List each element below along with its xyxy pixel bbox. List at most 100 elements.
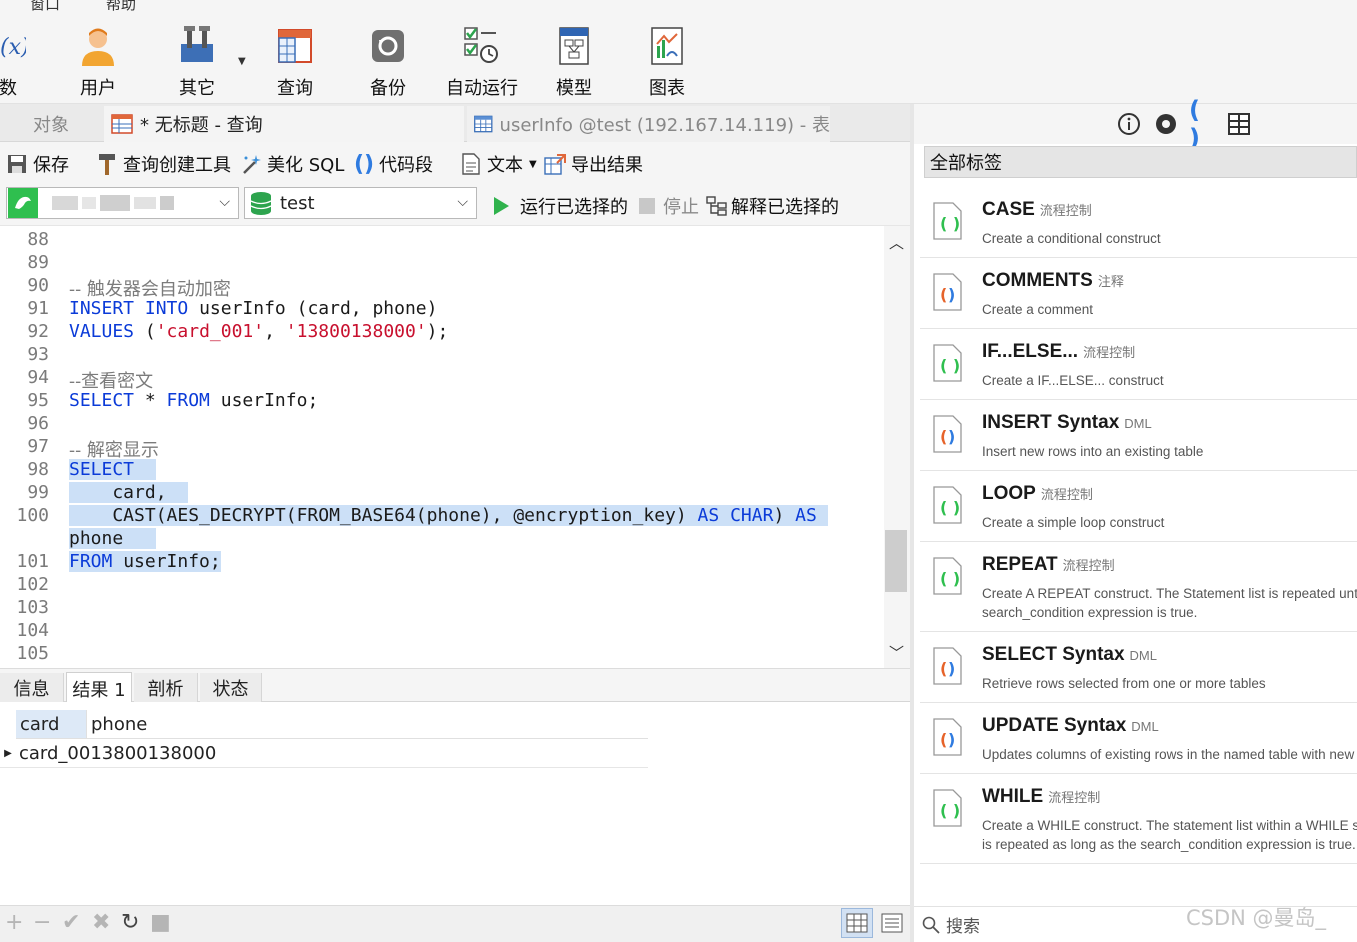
snippet-if-else[interactable]: ( ) IF...ELSE... 流程控制 Create a IF...ELSE.…: [920, 329, 1357, 400]
snippet-loop[interactable]: ( ) LOOP 流程控制 Create a simple loop constr…: [920, 471, 1357, 542]
scroll-up-arrow-icon[interactable]: ︿: [889, 232, 904, 253]
form-view-button[interactable]: [876, 908, 908, 938]
backup-button[interactable]: 备份: [363, 12, 413, 104]
chevron-down-icon: ⌵: [457, 194, 468, 210]
grid-view-button[interactable]: [841, 908, 873, 938]
sql-keyword: FROM: [166, 390, 210, 411]
export-results-label: 导出结果: [571, 155, 643, 176]
apply-changes-icon[interactable]: ✔: [62, 910, 80, 935]
column-header-card[interactable]: card: [16, 710, 86, 739]
chart-label: 图表: [649, 78, 685, 99]
snippet-select-syntax[interactable]: () SELECT Syntax DML Retrieve rows select…: [920, 632, 1357, 703]
all-tags-filter[interactable]: 全部标签: [924, 146, 1357, 178]
line-number: 102: [16, 574, 49, 595]
sql-keyword: INSERT: [69, 298, 135, 319]
scrollbar-thumb[interactable]: [885, 530, 907, 592]
database-select[interactable]: test ⌵: [244, 187, 477, 219]
tab-untitled-query[interactable]: * 无标题 - 查询: [104, 106, 464, 142]
svg-text:( ): ( ): [940, 356, 960, 375]
watermark: CSDN @曼岛_: [1186, 906, 1327, 930]
other-button[interactable]: 其它: [172, 12, 222, 104]
snippet-comments[interactable]: () COMMENTS 注释 Create a comment: [920, 258, 1357, 329]
snippet-update-syntax[interactable]: () UPDATE Syntax DML Updates columns of e…: [920, 703, 1357, 774]
automation-button[interactable]: 自动运行: [442, 12, 522, 104]
snippet-description: Create a comment: [982, 302, 1094, 317]
cell-card[interactable]: card_001: [16, 743, 102, 764]
user-button[interactable]: 用户: [72, 12, 124, 104]
stop-icon[interactable]: ■: [150, 910, 171, 935]
snippet-description: Create a conditional construct: [982, 231, 1161, 246]
play-icon: [490, 195, 512, 217]
snippet-while[interactable]: ( ) WHILE 流程控制 Create a WHILE construct. …: [920, 774, 1357, 864]
connection-select[interactable]: ⌵: [6, 187, 239, 219]
add-record-icon[interactable]: +: [5, 910, 23, 935]
chevron-down-icon[interactable]: ▼: [529, 159, 537, 170]
info-icon[interactable]: [1116, 111, 1142, 137]
line-number: 95: [27, 390, 49, 411]
user-icon: [76, 24, 120, 68]
tab-info[interactable]: 信息: [0, 673, 64, 703]
query-button[interactable]: 查询: [270, 12, 320, 104]
table-row[interactable]: ▶ card_001 3800138000: [0, 739, 648, 768]
query-label: 查询: [277, 78, 313, 99]
text-mode-button[interactable]: 文本 ▼: [460, 150, 537, 178]
discard-changes-icon[interactable]: ✖: [92, 910, 110, 935]
code-snippets-icon[interactable]: ( ): [1189, 96, 1215, 152]
chevron-down-icon[interactable]: ▼: [238, 56, 246, 67]
tab-userinfo-table[interactable]: userInfo @test (192.167.14.119) - 表: [467, 106, 830, 142]
document-icon: [460, 153, 482, 175]
snippet-title: IF...ELSE... 流程控制: [982, 341, 1136, 362]
tab-result-1[interactable]: 结果 1: [66, 672, 132, 704]
save-button[interactable]: 保存: [6, 150, 69, 178]
snippet-icon: ( ): [933, 202, 962, 240]
delete-record-icon[interactable]: −: [33, 910, 51, 935]
tab-profile[interactable]: 剖析: [134, 673, 198, 703]
snippet-insert-syntax[interactable]: () INSERT Syntax DML Insert new rows into…: [920, 400, 1357, 471]
svg-text:(: (: [940, 427, 947, 446]
export-results-button[interactable]: 导出结果: [544, 150, 643, 178]
stop-button[interactable]: 停止: [636, 192, 699, 220]
column-header-phone[interactable]: phone: [86, 710, 648, 739]
model-button[interactable]: 模型: [549, 12, 599, 104]
record-toolbar: + − ✔ ✖ ↻ ■: [0, 905, 910, 942]
column-header-label: card: [20, 713, 60, 735]
document-tab-bar: 对象 * 无标题 - 查询 userInfo @test (192.167.14…: [0, 104, 910, 142]
menu-help[interactable]: 帮助: [106, 0, 136, 12]
snippet-title: UPDATE Syntax DML: [982, 715, 1159, 736]
preview-eye-icon[interactable]: [1153, 111, 1179, 137]
svg-text:(: (: [940, 730, 947, 749]
editor-scrollbar[interactable]: ︿ ﹀: [884, 226, 910, 668]
sql-text: userInfo;: [112, 551, 221, 572]
search-icon: [922, 916, 940, 934]
svg-text:( ): ( ): [940, 214, 960, 233]
function-button[interactable]: (x) 函数: [0, 12, 32, 104]
svg-text:): ): [948, 285, 955, 304]
stop-label: 停止: [663, 197, 699, 218]
explain-icon: [706, 195, 728, 217]
cell-phone[interactable]: 3800138000: [102, 743, 217, 764]
code-snippet-button[interactable]: () 代码段: [354, 150, 433, 178]
connection-bar: ⌵ test ⌵ 运行已选择的 停止 解释已选择的: [0, 186, 910, 226]
scroll-down-arrow-icon[interactable]: ﹀: [889, 642, 904, 663]
tab-status[interactable]: 状态: [200, 673, 262, 703]
refresh-icon[interactable]: ↻: [121, 910, 139, 935]
explain-selected-button[interactable]: 解释已选择的: [706, 192, 839, 220]
current-row-indicator-icon: ▶: [4, 747, 12, 759]
snippet-case[interactable]: ( ) CASE 流程控制 Create a conditional constr…: [920, 187, 1357, 258]
menu-window[interactable]: 窗口: [30, 0, 60, 12]
line-number: 89: [27, 252, 49, 273]
selected-code-line: FROM userInfo;: [69, 551, 221, 572]
line-number: 105: [16, 643, 49, 664]
editor-toolbar: 保存 查询创建工具 美化 SQL () 代码段 文本 ▼ 导出结果: [0, 142, 910, 186]
tab-objects[interactable]: 对象: [0, 106, 102, 142]
result-grid[interactable]: card phone ▶ card_001 3800138000: [0, 702, 910, 905]
query-builder-button[interactable]: 查询创建工具: [96, 150, 231, 178]
beautify-sql-button[interactable]: 美化 SQL: [240, 150, 344, 178]
run-selected-button[interactable]: 运行已选择的: [490, 192, 628, 220]
sql-editor[interactable]: 88 89 90 91 92 93 94 95 96 97 98 99 100 …: [0, 226, 884, 668]
snippet-repeat[interactable]: ( ) REPEAT 流程控制 Create A REPEAT construct…: [920, 542, 1357, 632]
sql-text: CAST(AES_DECRYPT(FROM_BASE64(phone), @en…: [69, 505, 698, 526]
chart-button[interactable]: 图表: [642, 12, 692, 104]
object-list-icon[interactable]: [1226, 111, 1252, 137]
query-icon: [273, 24, 317, 68]
